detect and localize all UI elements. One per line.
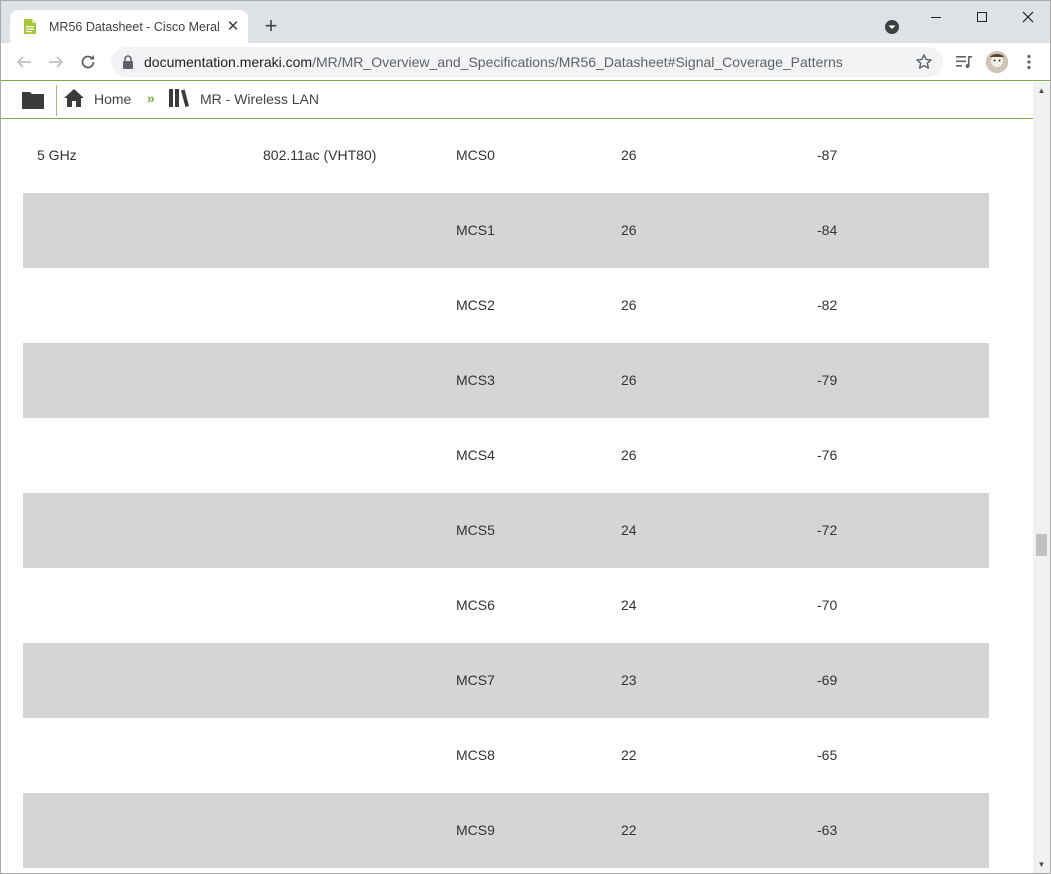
standard-cell: 802.11ac (VHT80) bbox=[263, 147, 377, 163]
rate-cell: MCS9 bbox=[456, 822, 495, 838]
tab-search-icon[interactable] bbox=[884, 19, 900, 35]
reload-icon[interactable] bbox=[76, 50, 100, 74]
rate-cell: MCS2 bbox=[456, 297, 495, 313]
power-cell: 22 bbox=[621, 747, 637, 763]
rate-cell: MCS5 bbox=[456, 522, 495, 538]
browser-window: MR56 Datasheet - Cisco Meraki ✕ + docume… bbox=[0, 0, 1051, 874]
site-navigation: Home » MR - Wireless LAN bbox=[1, 82, 1033, 119]
power-cell: 22 bbox=[621, 822, 637, 838]
table-row: MCS9 22 -63 bbox=[23, 793, 989, 868]
sensitivity-cell: -76 bbox=[817, 447, 838, 463]
avatar[interactable] bbox=[986, 51, 1008, 73]
spec-table: 5 GHz 802.11ac (VHT80) MCS0 26 -87 MCS1 … bbox=[1, 119, 1033, 873]
power-cell: 23 bbox=[621, 672, 637, 688]
vertical-scrollbar[interactable]: ▲ ▼ bbox=[1033, 82, 1050, 873]
lock-icon[interactable] bbox=[122, 55, 134, 69]
scrollbar-thumb[interactable] bbox=[1036, 534, 1047, 556]
power-cell: 26 bbox=[621, 147, 637, 163]
power-cell: 24 bbox=[621, 597, 637, 613]
reading-list-icon[interactable] bbox=[953, 51, 975, 73]
sensitivity-cell: -65 bbox=[817, 747, 838, 763]
arrow-right-icon[interactable] bbox=[44, 50, 68, 74]
band-cell: 5 GHz bbox=[37, 147, 77, 163]
table-row: MCS7 23 -69 bbox=[23, 643, 989, 718]
active-tab[interactable]: MR56 Datasheet - Cisco Meraki ✕ bbox=[10, 10, 248, 43]
sensitivity-cell: -82 bbox=[817, 297, 838, 313]
sensitivity-cell: -70 bbox=[817, 597, 838, 613]
kebab-menu-icon[interactable] bbox=[1018, 51, 1040, 73]
rate-cell: MCS1 bbox=[456, 222, 495, 238]
document-icon bbox=[22, 19, 38, 35]
sensitivity-cell: -87 bbox=[817, 147, 838, 163]
table-row: MCS1 26 -84 bbox=[23, 193, 989, 268]
folder-icon[interactable] bbox=[22, 89, 44, 109]
url-path: /MR/MR_Overview_and_Specifications/MR56_… bbox=[312, 54, 843, 70]
scroll-up-icon[interactable]: ▲ bbox=[1033, 82, 1050, 99]
minimize-icon[interactable] bbox=[913, 5, 959, 29]
table-row: MCS8 22 -65 bbox=[23, 718, 989, 793]
power-cell: 26 bbox=[621, 447, 637, 463]
table-row: 5 GHz 802.11ac (VHT80) MCS0 26 -87 bbox=[23, 119, 989, 193]
rate-cell: MCS0 bbox=[456, 147, 495, 163]
url-text[interactable]: documentation.meraki.com/MR/MR_Overview_… bbox=[144, 54, 843, 70]
power-cell: 26 bbox=[621, 297, 637, 313]
table-row: MCS5 24 -72 bbox=[23, 493, 989, 568]
browser-toolbar: documentation.meraki.com/MR/MR_Overview_… bbox=[1, 43, 1050, 81]
breadcrumb-home[interactable]: Home bbox=[94, 91, 131, 107]
tab-title: MR56 Datasheet - Cisco Meraki bbox=[49, 19, 219, 34]
url-host: documentation.meraki.com bbox=[144, 54, 313, 70]
tab-strip: MR56 Datasheet - Cisco Meraki ✕ + bbox=[1, 1, 1050, 43]
books-icon[interactable] bbox=[169, 89, 191, 107]
nav-divider bbox=[56, 85, 57, 116]
sensitivity-cell: -69 bbox=[817, 672, 838, 688]
address-bar[interactable]: documentation.meraki.com/MR/MR_Overview_… bbox=[111, 47, 943, 77]
breadcrumb-separator: » bbox=[147, 90, 155, 106]
home-icon[interactable] bbox=[64, 88, 84, 108]
scroll-down-icon[interactable]: ▼ bbox=[1033, 856, 1050, 873]
close-icon[interactable]: ✕ bbox=[224, 18, 242, 36]
table-row: MCS6 24 -70 bbox=[23, 568, 989, 643]
rate-cell: MCS3 bbox=[456, 372, 495, 388]
sensitivity-cell: -63 bbox=[817, 822, 838, 838]
breadcrumb-section[interactable]: MR - Wireless LAN bbox=[200, 91, 319, 107]
rate-cell: MCS6 bbox=[456, 597, 495, 613]
sensitivity-cell: -72 bbox=[817, 522, 838, 538]
arrow-left-icon[interactable] bbox=[12, 50, 36, 74]
maximize-icon[interactable] bbox=[959, 5, 1005, 29]
plus-icon[interactable]: + bbox=[260, 15, 282, 37]
sensitivity-cell: -79 bbox=[817, 372, 838, 388]
table-row: MCS4 26 -76 bbox=[23, 418, 989, 493]
table-row: MCS3 26 -79 bbox=[23, 343, 989, 418]
window-close-icon[interactable] bbox=[1005, 5, 1050, 29]
sensitivity-cell: -84 bbox=[817, 222, 838, 238]
rate-cell: MCS7 bbox=[456, 672, 495, 688]
power-cell: 26 bbox=[621, 222, 637, 238]
table-row: MCS2 26 -82 bbox=[23, 268, 989, 343]
power-cell: 24 bbox=[621, 522, 637, 538]
star-icon[interactable] bbox=[915, 53, 933, 71]
rate-cell: MCS8 bbox=[456, 747, 495, 763]
rate-cell: MCS4 bbox=[456, 447, 495, 463]
power-cell: 26 bbox=[621, 372, 637, 388]
